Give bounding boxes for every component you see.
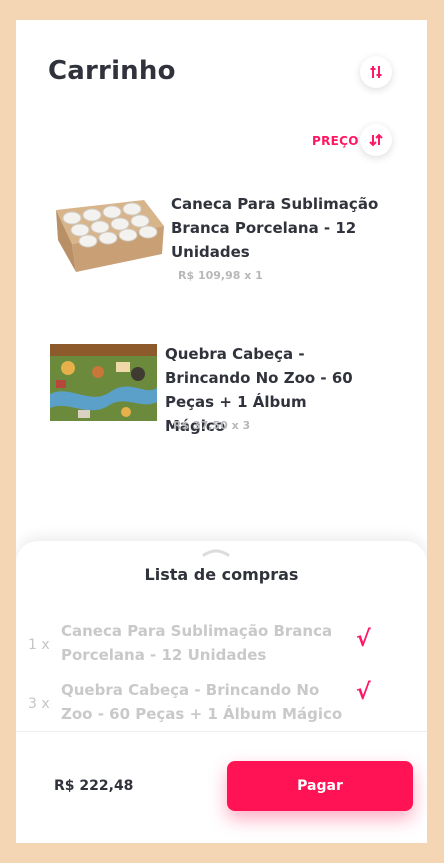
pay-button[interactable]: Pagar xyxy=(227,761,413,811)
product-price: R$ 109,98 x 1 xyxy=(178,269,263,282)
sheet-title: Lista de compras xyxy=(144,565,299,584)
item-desc: Quebra Cabeça - Brincando No Zoo - 60 Pe… xyxy=(61,681,343,723)
puzzle-image xyxy=(50,344,157,421)
item-qty: 3 x xyxy=(28,696,50,712)
sort-icon xyxy=(369,133,383,147)
check-icon: √ xyxy=(356,680,371,705)
page-title: Carrinho xyxy=(48,56,176,86)
cart-screen: Carrinho PREÇO Caneca Para Sublimação Br… xyxy=(16,20,427,843)
shopping-list-sheet[interactable]: Lista de compras 1 x Caneca Para Sublima… xyxy=(16,541,427,843)
mug-box-image xyxy=(56,200,164,272)
filter-button[interactable] xyxy=(360,56,392,88)
product-price: R$ 37,50 x 3 xyxy=(173,419,251,432)
sort-button[interactable] xyxy=(360,124,392,156)
check-icon: √ xyxy=(356,627,371,652)
divider xyxy=(16,731,427,732)
drag-handle[interactable] xyxy=(202,549,230,557)
sort-label[interactable]: PREÇO xyxy=(312,134,359,148)
item-desc: Caneca Para Sublimação Branca Porcelana … xyxy=(61,622,333,664)
filter-icon xyxy=(370,66,382,78)
item-qty: 1 x xyxy=(28,637,50,653)
cart-total: R$ 222,48 xyxy=(54,778,134,794)
product-name: Caneca Para Sublimação Branca Porcelana … xyxy=(171,195,379,261)
